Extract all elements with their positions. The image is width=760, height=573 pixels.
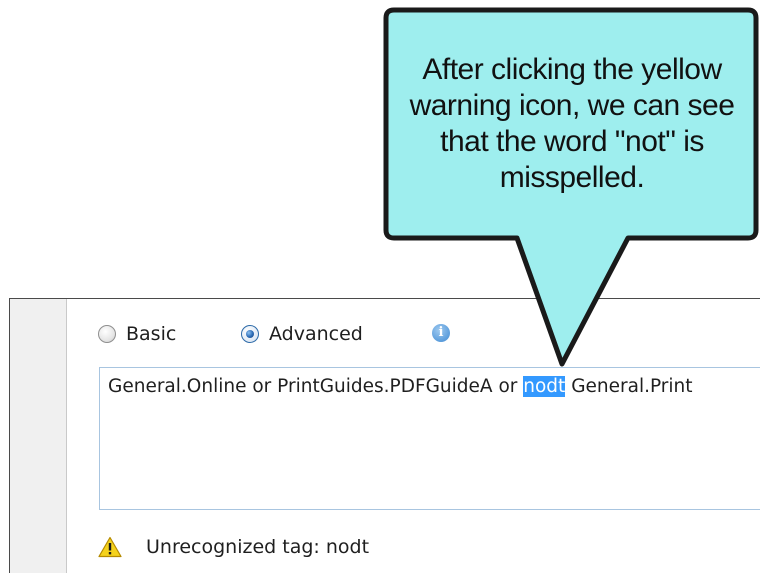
condition-expression-panel: Basic Advanced i General.Online or Print… [9,298,760,573]
screenshot-stage: Basic Advanced i General.Online or Print… [0,0,760,573]
info-icon[interactable]: i [432,324,450,342]
expression-text-area[interactable]: General.Online or PrintGuides.PDFGuideA … [99,367,760,510]
advanced-radio-button[interactable] [241,325,259,343]
warning-row: Unrecognized tag: nodt [98,532,369,562]
callout-text: After clicking the yellow warning icon, … [409,53,735,194]
basic-radio-label: Basic [126,323,177,345]
basic-radio-option[interactable]: Basic [98,320,176,348]
advanced-radio-label: Advanced [269,323,363,345]
advanced-radio-option[interactable]: Advanced [241,320,363,348]
expression-selected-word: nodt [523,376,566,397]
warning-icon[interactable] [98,536,122,558]
panel-side-strip [10,299,67,573]
warning-message: Unrecognized tag: nodt [146,536,370,558]
expression-text-after: General.Print [565,376,693,397]
expression-text-before: General.Online or PrintGuides.PDFGuideA … [108,376,524,397]
basic-radio-button[interactable] [98,325,116,343]
